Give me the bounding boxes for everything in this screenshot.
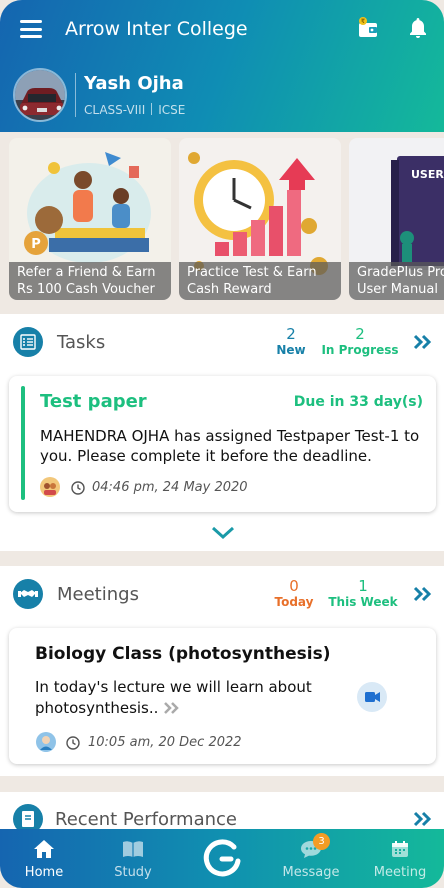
- meeting-description-line1: In today's lecture we will learn about: [35, 678, 312, 696]
- app-header: Arrow Inter College ₹ Yash Ojha CLASS-VI…: [0, 0, 444, 132]
- tasks-new-stat[interactable]: 2 New: [271, 325, 311, 357]
- nav-meeting-label: Meeting: [373, 865, 427, 880]
- read-more-chevron-icon[interactable]: [163, 702, 181, 714]
- center-logo-button[interactable]: [201, 837, 243, 879]
- recent-performance-title: Recent Performance: [55, 809, 237, 830]
- tasks-view-all-icon[interactable]: [413, 334, 433, 350]
- meetings-title: Meetings: [57, 584, 139, 605]
- stat-label: This Week: [328, 595, 398, 609]
- banner-practice-test[interactable]: Practice Test & Earn Cash Reward: [179, 138, 341, 300]
- task-description: MAHENDRA OJHA has assigned Testpaper Tes…: [40, 427, 420, 465]
- task-timestamp: 04:46 pm, 24 May 2020: [92, 480, 248, 495]
- stat-count: 1: [358, 577, 368, 595]
- user-board: ICSE: [158, 103, 186, 117]
- stat-label: In Progress: [321, 343, 399, 357]
- tasks-checklist-icon: [13, 327, 43, 357]
- message-count-badge: 3: [313, 833, 330, 850]
- banner-caption: Practice Test & Earn Cash Reward: [179, 262, 341, 300]
- banner-caption: GradePlus Pro User Manual: [349, 262, 444, 300]
- meetings-section: Meetings 0 Today 1 This Week Biology Cla…: [0, 566, 444, 776]
- tasks-title: Tasks: [57, 332, 106, 353]
- banner-line2: Rs 100 Cash Voucher: [17, 281, 155, 297]
- nav-message[interactable]: 3 Message: [271, 829, 351, 888]
- meetings-handshake-icon: [13, 579, 43, 609]
- task-title: Test paper: [40, 391, 147, 412]
- meeting-description-line2: photosynthesis..: [35, 699, 159, 717]
- performance-view-all-icon[interactable]: [413, 811, 433, 827]
- task-status-bar: [21, 386, 25, 500]
- tasks-in-progress-stat[interactable]: 2 In Progress: [321, 325, 399, 357]
- clock-icon: [71, 481, 85, 495]
- video-call-button[interactable]: [357, 682, 387, 712]
- nav-meeting[interactable]: Meeting: [360, 829, 440, 888]
- app-screen: Arrow Inter College ₹ Yash Ojha CLASS-VI…: [0, 0, 444, 888]
- notification-bell-icon[interactable]: [406, 16, 430, 40]
- meeting-card[interactable]: Biology Class (photosynthesis) In today'…: [9, 628, 436, 764]
- banner-line1: Refer a Friend & Earn: [17, 265, 156, 280]
- meeting-description: In today's lecture we will learn about p…: [35, 677, 335, 719]
- stat-count: 2: [355, 325, 365, 343]
- clock-icon: [66, 736, 80, 750]
- bottom-navigation: Home Study 3 Message Meeting: [0, 829, 444, 888]
- video-camera-icon: [365, 692, 380, 702]
- app-title: Arrow Inter College: [65, 18, 248, 40]
- home-icon: [34, 840, 54, 858]
- menu-icon[interactable]: [20, 20, 42, 38]
- task-due: Due in 33 day(s): [293, 394, 423, 410]
- user-avatar[interactable]: [13, 68, 67, 122]
- meetings-view-all-icon[interactable]: [413, 586, 433, 602]
- recent-performance-section: Recent Performance: [0, 792, 444, 834]
- user-name: Yash Ojha: [84, 73, 184, 94]
- expand-chevron-down-icon[interactable]: [211, 526, 235, 540]
- svg-text:₹: ₹: [361, 18, 365, 25]
- banner-line2: User Manual: [357, 281, 439, 297]
- meetings-this-week-stat[interactable]: 1 This Week: [327, 577, 399, 609]
- header-divider: [75, 73, 76, 117]
- nav-study-label: Study: [114, 865, 152, 880]
- stat-label: New: [276, 343, 306, 357]
- meeting-host-avatar: [36, 732, 56, 752]
- meeting-timestamp: 10:05 am, 20 Dec 2022: [88, 735, 242, 750]
- banner-line1: Practice Test & Earn: [187, 265, 317, 280]
- task-assigner-avatar: [40, 477, 60, 497]
- tasks-section: Tasks 2 New 2 In Progress Test paper Due…: [0, 314, 444, 551]
- calendar-icon: [392, 841, 408, 857]
- meeting-title: Biology Class (photosynthesis): [35, 644, 331, 664]
- stat-count: 0: [289, 577, 299, 595]
- banner-line2: Cash Reward: [187, 281, 272, 297]
- banner-line1: GradePlus Pro: [357, 265, 444, 280]
- app-logo-icon: [203, 839, 241, 877]
- wallet-icon[interactable]: ₹: [357, 17, 379, 39]
- stat-label: Today: [274, 595, 314, 609]
- banner-user-manual[interactable]: USER MANU GradePlus Pro User Manual: [349, 138, 444, 300]
- nav-home[interactable]: Home: [5, 829, 83, 888]
- meetings-today-stat[interactable]: 0 Today: [272, 577, 316, 609]
- manual-cover-text: USER MANU: [411, 168, 444, 181]
- user-class-board: CLASS-VIII ICSE: [84, 103, 185, 117]
- nav-study[interactable]: Study: [93, 829, 173, 888]
- nav-message-label: Message: [282, 865, 340, 880]
- user-class: CLASS-VIII: [84, 103, 146, 117]
- banner-refer-friend[interactable]: P Refer a Friend & Earn Rs 100 Cash Vouc…: [9, 138, 171, 300]
- svg-text:P: P: [31, 237, 41, 252]
- banner-caption: Refer a Friend & Earn Rs 100 Cash Vouche…: [9, 262, 171, 300]
- stat-count: 2: [286, 325, 296, 343]
- task-card[interactable]: Test paper Due in 33 day(s) MAHENDRA OJH…: [9, 376, 436, 512]
- book-icon: [123, 841, 143, 857]
- nav-home-label: Home: [24, 865, 64, 880]
